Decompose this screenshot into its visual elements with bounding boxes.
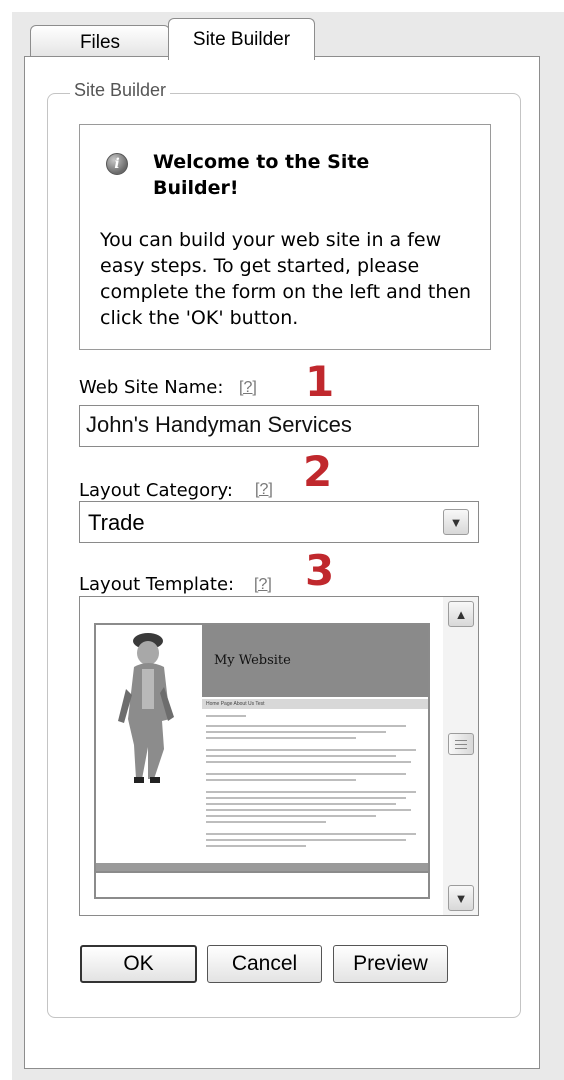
preview-text-line [206, 821, 326, 823]
template-help-link[interactable]: [?] [254, 576, 272, 594]
template-scrollbar[interactable] [443, 597, 478, 915]
thumb-grip [455, 748, 467, 749]
info-icon: i [106, 153, 128, 175]
cancel-button[interactable]: Cancel [207, 945, 322, 983]
preview-text-line [206, 803, 396, 805]
preview-button[interactable]: Preview [333, 945, 448, 983]
preview-text-line [206, 755, 396, 757]
preview-text-line [206, 779, 356, 781]
preview-text-line [206, 809, 411, 811]
preview-text-line [206, 725, 406, 727]
welcome-box: i Welcome to the Site Builder! You can b… [79, 124, 491, 350]
handyman-figure-image [118, 633, 174, 783]
preview-text-line [206, 749, 416, 751]
preview-text-line [206, 761, 411, 763]
preview-bottom-bar [96, 871, 428, 897]
tab-site-builder-label: Site Builder [192, 28, 291, 50]
preview-text-line [206, 715, 246, 717]
preview-text-line [206, 773, 406, 775]
preview-text-line [206, 815, 376, 817]
preview-text-line [206, 845, 306, 847]
scroll-down-icon[interactable]: ▼ [448, 885, 474, 911]
tab-files[interactable]: Files [30, 25, 170, 59]
preview-nav: Home Page About Us Test [202, 699, 428, 709]
category-select[interactable]: Trade ▼ [79, 501, 479, 543]
site-name-input[interactable]: John's Handyman Services [79, 405, 479, 447]
chevron-down-icon[interactable]: ▼ [443, 509, 469, 535]
step-1-marker: 1 [305, 357, 335, 406]
category-selected-value: Trade [88, 510, 145, 535]
welcome-title: Welcome to the Site Builder! [153, 151, 370, 199]
scrollbar-thumb[interactable] [448, 733, 474, 755]
preview-header: My Website [202, 625, 428, 697]
thumb-grip [455, 740, 467, 741]
site-name-help-link[interactable]: [?] [239, 379, 257, 397]
template-label: Layout Template: [79, 574, 235, 595]
ok-button[interactable]: OK [80, 945, 197, 983]
tab-files-label: Files [79, 31, 121, 53]
preview-text-line [206, 791, 416, 793]
preview-text-line [206, 833, 416, 835]
preview-site-title: My Website [214, 653, 291, 668]
preview-text-line [206, 797, 406, 799]
welcome-body: You can build your web site in a few eas… [100, 229, 472, 329]
preview-text-line [206, 731, 386, 733]
preview-text-line [206, 737, 356, 739]
category-help-link[interactable]: [?] [255, 481, 273, 499]
scroll-up-icon[interactable]: ▲ [448, 601, 474, 627]
template-preview-thumbnail[interactable]: My Website Home Page About Us Test [94, 623, 430, 899]
preview-text-line [206, 839, 406, 841]
tab-site-builder[interactable]: Site Builder [168, 18, 315, 60]
site-name-label: Web Site Name: [79, 377, 224, 398]
category-label: Layout Category: [79, 480, 233, 501]
thumb-grip [455, 744, 467, 745]
fieldset-legend: Site Builder [70, 80, 171, 101]
preview-footer [96, 863, 428, 871]
step-3-marker: 3 [305, 546, 335, 595]
step-2-marker: 2 [303, 447, 333, 496]
